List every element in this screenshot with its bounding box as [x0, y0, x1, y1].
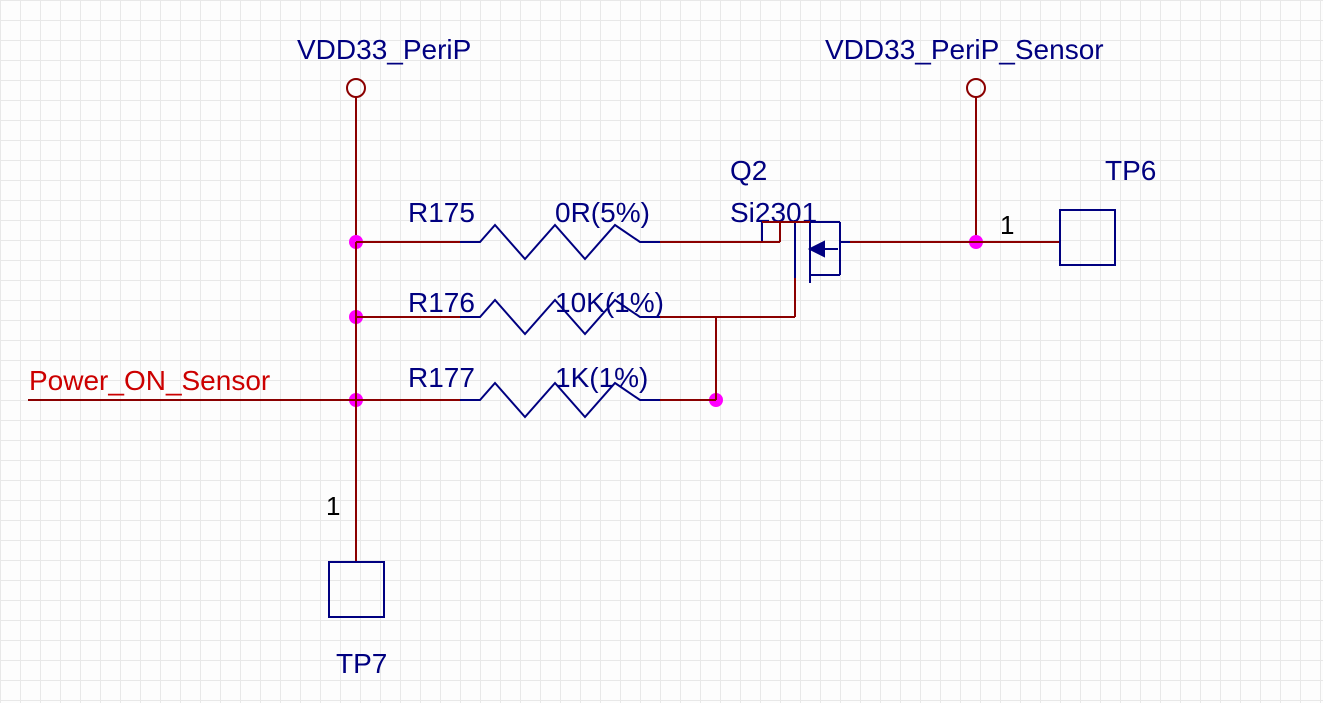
power-port-vdd33-perip-sensor-icon — [967, 79, 985, 242]
schematic-canvas — [0, 0, 1323, 703]
resistor-icon — [460, 225, 660, 259]
testpoint-icon — [329, 562, 384, 617]
resistor-icon — [460, 300, 660, 334]
mosfet-icon — [740, 215, 850, 283]
power-port-vdd33-perip-icon — [347, 79, 365, 242]
resistor-icon — [460, 383, 660, 417]
testpoint-icon — [1060, 210, 1115, 265]
wires — [28, 242, 1060, 562]
